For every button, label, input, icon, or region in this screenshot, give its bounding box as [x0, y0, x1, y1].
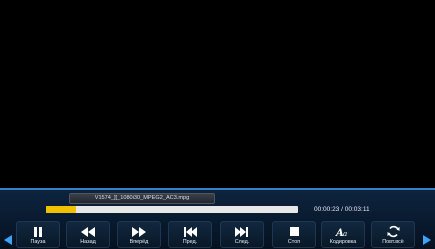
previous-button[interactable]: Пред.	[168, 221, 212, 248]
elapsed-time: 00:00:23	[314, 206, 340, 213]
fast-forward-button[interactable]: Вперёд	[117, 221, 161, 248]
scroll-left-icon[interactable]	[4, 235, 12, 245]
next-button[interactable]: След.	[220, 221, 264, 248]
stop-button[interactable]: Стоп	[272, 221, 316, 248]
repeat-button[interactable]: Повт.всё	[371, 221, 415, 248]
encoding-button[interactable]: A a Кодировка	[321, 221, 365, 248]
time-readout: 00:00:23 / 00:03:11	[314, 205, 384, 214]
rewind-icon	[67, 225, 109, 238]
previous-label: Пред.	[182, 239, 198, 245]
rewind-button[interactable]: Назад	[66, 221, 110, 248]
fast-forward-label: Вперёд	[129, 239, 149, 245]
pause-label: Пауза	[30, 239, 46, 245]
repeat-icon	[372, 225, 414, 238]
stop-icon	[273, 225, 315, 238]
repeat-label: Повт.всё	[382, 239, 404, 245]
video-area	[0, 0, 435, 188]
rewind-label: Назад	[80, 239, 96, 245]
time-separator: /	[341, 206, 343, 213]
encoding-icon: A a	[322, 225, 364, 238]
svg-text:a: a	[343, 230, 347, 238]
progress-bar[interactable]	[46, 206, 298, 213]
pause-icon	[17, 225, 59, 238]
skip-next-icon	[221, 225, 263, 238]
total-time: 00:03:11	[344, 206, 370, 213]
filename-label: V1574_][_1080i30_MPEG2_AC3.mpg	[69, 193, 215, 204]
fast-forward-icon	[118, 225, 160, 238]
skip-previous-icon	[169, 225, 211, 238]
panel-divider	[0, 188, 435, 190]
next-label: След.	[234, 239, 250, 245]
progress-fill	[46, 206, 77, 213]
encoding-label: Кодировка	[329, 239, 357, 245]
stop-label: Стоп	[287, 239, 301, 245]
pause-button[interactable]: Пауза	[16, 221, 60, 248]
scroll-right-icon[interactable]	[423, 235, 431, 245]
